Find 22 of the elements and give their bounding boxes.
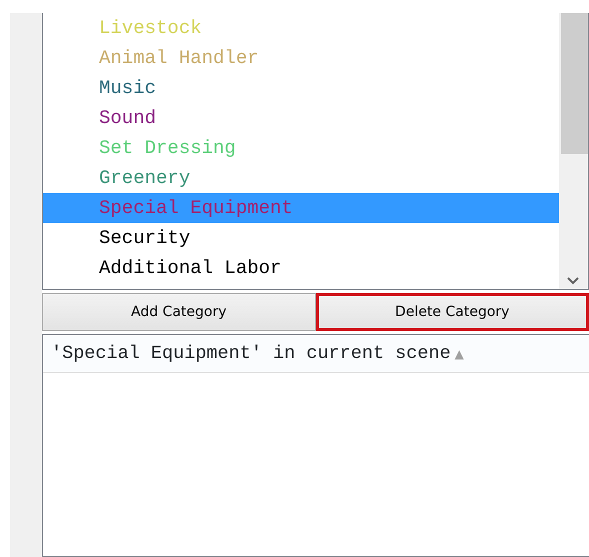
column-header-text: 'Special Equipment' in current scene — [51, 342, 451, 366]
add-category-button[interactable]: Add Category — [42, 293, 316, 331]
category-label: Set Dressing — [99, 137, 236, 159]
category-label: Sound — [99, 107, 156, 129]
category-row[interactable]: Additional Labor — [43, 253, 559, 283]
sort-indicator: ▲ — [454, 346, 464, 362]
category-label: Security — [99, 227, 190, 249]
category-row[interactable]: Sound — [43, 103, 559, 133]
delete-category-button[interactable]: Delete Category — [316, 293, 589, 331]
category-row[interactable]: Greenery — [43, 163, 559, 193]
category-label: Additional Labor — [99, 257, 282, 279]
category-row[interactable]: Music — [43, 73, 559, 103]
category-row[interactable]: Security — [43, 223, 559, 253]
category-label: Livestock — [99, 17, 202, 39]
scroll-down-icon[interactable] — [567, 277, 579, 285]
category-label: Animal Handler — [99, 47, 259, 69]
category-label: Greenery — [99, 167, 190, 189]
category-label: Special Equipment — [99, 197, 293, 219]
column-header[interactable]: 'Special Equipment' in current scene ▲ — [43, 335, 589, 373]
scrollbar-thumb[interactable] — [561, 13, 588, 154]
category-label: Music — [99, 77, 156, 99]
scrollbar[interactable] — [559, 13, 588, 289]
